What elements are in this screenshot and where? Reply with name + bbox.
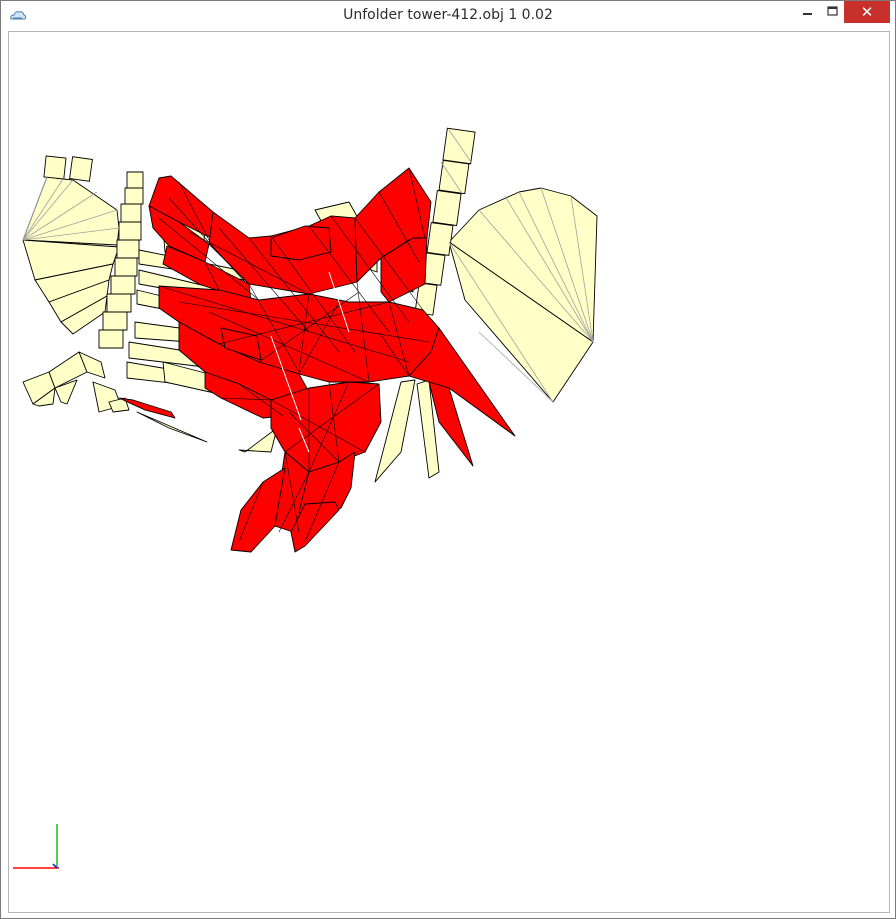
render-viewport[interactable] [8, 31, 890, 913]
app-window: Unfolder tower-412.obj 1 0.02 ✕ [0, 0, 896, 919]
window-title: Unfolder tower-412.obj 1 0.02 [343, 7, 553, 23]
coordinate-axes [13, 824, 59, 869]
maximize-icon[interactable] [821, 1, 845, 23]
close-icon[interactable]: ✕ [844, 1, 890, 23]
minimize-icon[interactable] [795, 1, 821, 23]
title-bar[interactable]: Unfolder tower-412.obj 1 0.02 ✕ [1, 1, 895, 31]
unfolded-mesh-canvas [13, 127, 598, 869]
